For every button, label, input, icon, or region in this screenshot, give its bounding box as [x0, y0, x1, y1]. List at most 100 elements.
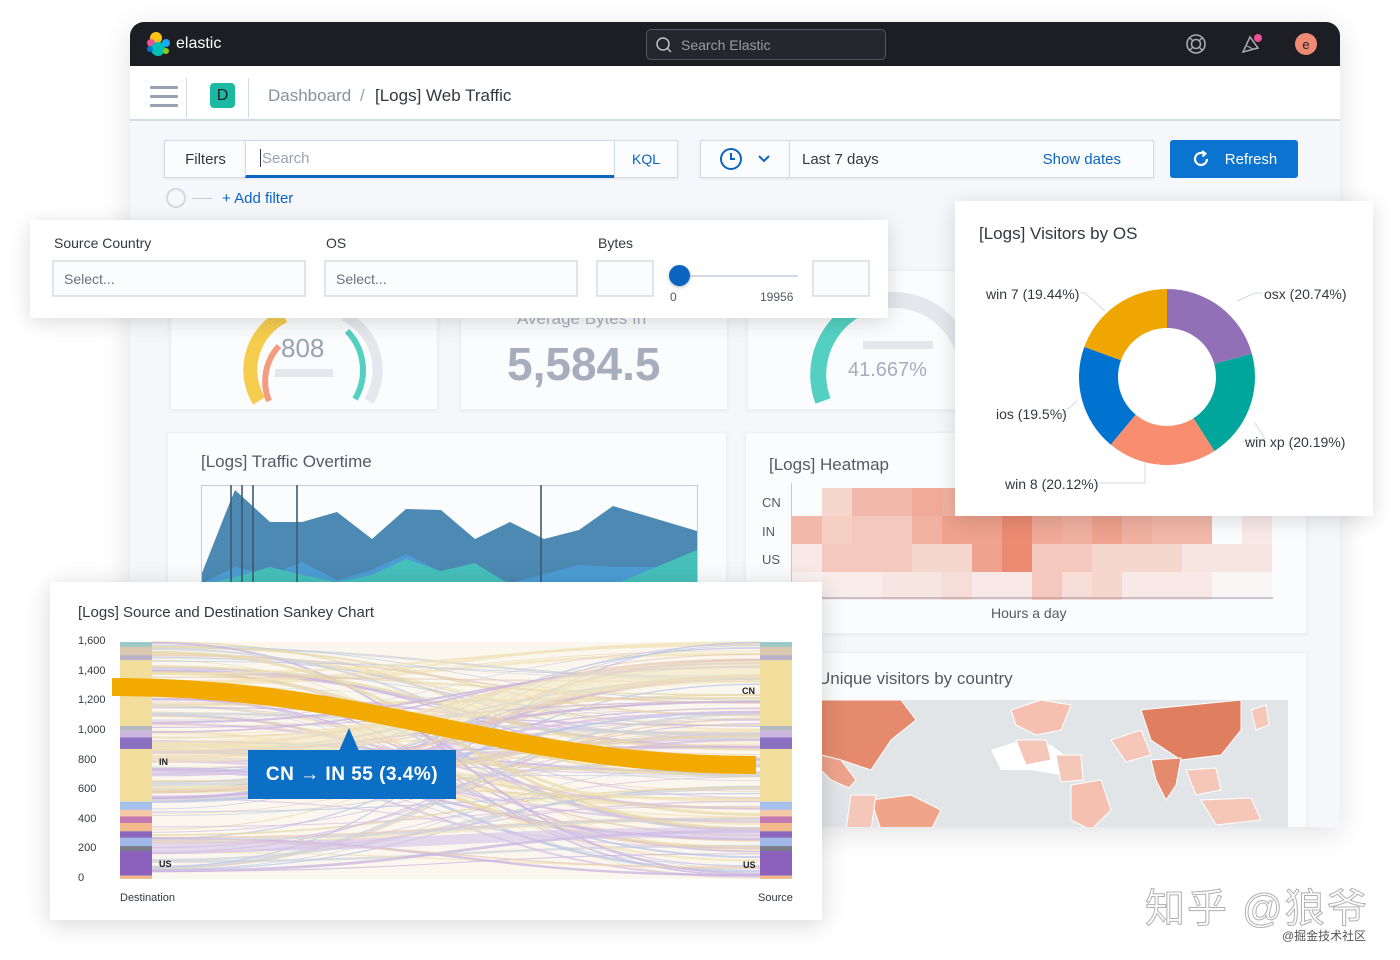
heatmap-cell[interactable] [1212, 544, 1242, 572]
heatmap-cell[interactable] [1152, 544, 1182, 572]
menu-toggle-icon[interactable] [150, 86, 178, 113]
heatmap-cell[interactable] [1212, 572, 1242, 600]
heatmap-cell[interactable] [942, 544, 972, 572]
heatmap-cell[interactable] [1002, 572, 1032, 600]
heatmap-cell[interactable] [882, 572, 912, 600]
heatmap-cell[interactable] [1062, 544, 1092, 572]
choropleth-map[interactable] [821, 700, 1288, 827]
heatmap-cell[interactable] [1122, 572, 1152, 600]
heatmap-cell[interactable] [852, 516, 882, 544]
input-controls-panel: Source Country Select... OS Select... By… [30, 220, 888, 318]
visitors-by-os-panel: [Logs] Visitors by OS osx (20.74%) win x… [955, 201, 1373, 516]
left-node-segment [120, 851, 152, 876]
os-label: OS [326, 235, 347, 251]
right-node-label: US [743, 860, 756, 870]
bytes-slider-track[interactable] [680, 275, 798, 277]
elastic-logo[interactable]: elastic [146, 31, 221, 57]
right-node-segment [760, 801, 792, 810]
heatmap-cell[interactable] [1242, 544, 1272, 572]
right-node-label: CN [742, 686, 755, 696]
heatmap-cell[interactable] [1212, 516, 1242, 544]
heatmap-cell[interactable] [1092, 516, 1122, 544]
gauge-label-placeholder [275, 369, 333, 377]
left-node-segment [120, 730, 152, 738]
source-country-select[interactable]: Select... [52, 260, 306, 297]
heatmap-cell[interactable] [1092, 544, 1122, 572]
heatmap-cell[interactable] [942, 572, 972, 600]
heatmap-cell[interactable] [972, 516, 1002, 544]
heatmap-cell[interactable] [852, 544, 882, 572]
heatmap-cell[interactable] [1032, 544, 1062, 572]
refresh-button[interactable]: Refresh [1170, 140, 1298, 178]
help-icon[interactable] [1185, 33, 1207, 55]
left-node-segment [120, 809, 152, 817]
gauge-value: 808 [281, 333, 325, 363]
heatmap-cell[interactable] [1002, 544, 1032, 572]
query-language-button[interactable]: KQL [614, 140, 678, 178]
news-feed-icon[interactable] [1240, 33, 1262, 55]
heatmap-cell[interactable] [1062, 516, 1092, 544]
heatmap-cell[interactable] [912, 544, 942, 572]
heatmap-cell[interactable] [1182, 516, 1212, 544]
heatmap-cell[interactable] [1122, 544, 1152, 572]
user-avatar[interactable]: e [1295, 33, 1317, 55]
right-axis-label: Source [758, 892, 793, 904]
left-node-segment [120, 823, 152, 832]
add-filter-link[interactable]: + Add filter [222, 190, 293, 207]
heatmap-cell[interactable] [1182, 572, 1212, 600]
right-node-segment [760, 823, 792, 832]
heatmap-cell[interactable] [1122, 516, 1152, 544]
heatmap-cell[interactable] [882, 516, 912, 544]
heatmap-cell[interactable] [1062, 572, 1092, 600]
breadcrumb-current: [Logs] Web Traffic [375, 86, 512, 105]
heatmap-cell[interactable] [942, 516, 972, 544]
heatmap-cell[interactable] [792, 544, 822, 572]
leader-line [1236, 292, 1263, 302]
heatmap-cell[interactable] [792, 488, 822, 516]
heatmap-cell[interactable] [1032, 516, 1062, 544]
heatmap-cell[interactable] [912, 488, 942, 516]
heatmap-cell[interactable] [1002, 516, 1032, 544]
query-search-input[interactable]: Search [245, 140, 615, 178]
heatmap-cell[interactable] [1092, 572, 1122, 600]
heatmap-cell[interactable] [852, 488, 882, 516]
heatmap-cell[interactable] [1182, 544, 1212, 572]
space-avatar[interactable]: D [210, 83, 235, 108]
heatmap-cell[interactable] [972, 572, 1002, 600]
heatmap-cell[interactable] [822, 516, 852, 544]
heatmap-cell[interactable] [882, 488, 912, 516]
heatmap-cell[interactable] [1242, 572, 1272, 600]
heatmap-cell[interactable] [882, 544, 912, 572]
right-node-segment [760, 642, 792, 647]
bytes-slider-thumb[interactable] [669, 265, 690, 286]
map-panel: Unique visitors by country [745, 652, 1307, 827]
gauge-value: 41.667% [848, 359, 927, 381]
heatmap-cell[interactable] [822, 488, 852, 516]
quick-date-picker[interactable] [700, 140, 790, 178]
bytes-max-input[interactable] [812, 260, 870, 297]
breadcrumb-dashboard[interactable]: Dashboard [268, 86, 351, 106]
heatmap-cell[interactable] [972, 544, 1002, 572]
heatmap-cell[interactable] [852, 572, 882, 600]
chevron-down-icon [758, 155, 770, 163]
pie-label-ios: ios (19.5%) [996, 406, 1067, 422]
divider [186, 78, 187, 118]
bytes-min-input[interactable] [596, 260, 654, 297]
heatmap-cell[interactable] [822, 544, 852, 572]
filters-button[interactable]: Filters [164, 140, 246, 178]
heatmap-cell[interactable] [912, 572, 942, 600]
time-range-picker[interactable]: Last 7 days Show dates [789, 140, 1154, 178]
left-node-segment [120, 655, 152, 661]
heatmap-cell[interactable] [1152, 516, 1182, 544]
left-node-segment [120, 748, 152, 802]
heatmap-cell[interactable] [822, 572, 852, 600]
heatmap-cell[interactable] [912, 516, 942, 544]
heatmap-cell[interactable] [1032, 572, 1062, 600]
heatmap-cell[interactable] [1152, 572, 1182, 600]
time-range-label: Last 7 days [802, 151, 879, 168]
heatmap-cell[interactable] [792, 516, 822, 544]
global-search-input[interactable]: Search Elastic [646, 29, 886, 60]
show-dates-link[interactable]: Show dates [1043, 151, 1121, 168]
os-select[interactable]: Select... [324, 260, 578, 297]
heatmap-cell[interactable] [1242, 516, 1272, 544]
